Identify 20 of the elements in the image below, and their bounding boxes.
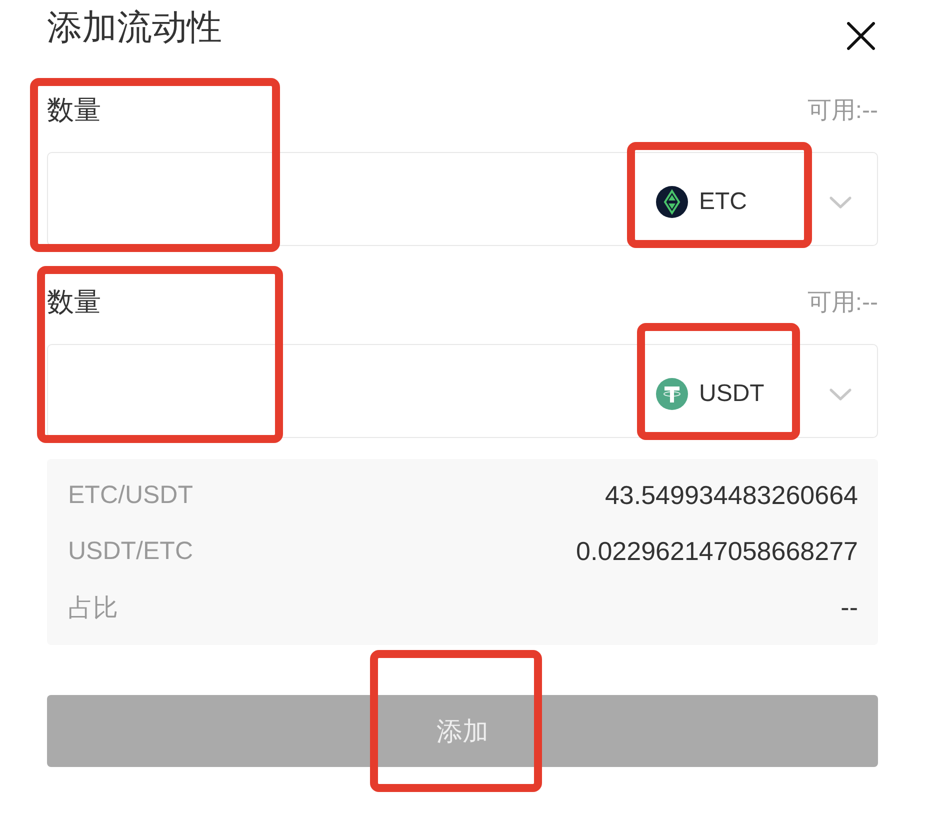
info-label: USDT/ETC	[68, 536, 193, 566]
info-value: 0.022962147058668277	[576, 536, 858, 566]
info-value: --	[840, 592, 858, 622]
available-balance: 可用:--	[807, 288, 878, 318]
chevron-down-icon[interactable]	[829, 196, 852, 208]
t-coin-icon	[656, 378, 688, 410]
info-label: ETC/USDT	[68, 480, 193, 510]
info-label: 占比	[68, 592, 118, 624]
token-selector[interactable]: USDT	[656, 378, 764, 410]
available-balance: 可用:--	[807, 96, 878, 126]
amount-input[interactable]: ETC	[47, 152, 878, 246]
amount-label: 数量	[47, 286, 101, 319]
close-icon[interactable]	[847, 22, 875, 50]
token-selector[interactable]: ETC	[656, 186, 747, 218]
amount-input[interactable]: USDT	[47, 344, 878, 438]
amount-label: 数量	[47, 94, 101, 127]
info-value: 43.549934483260664	[604, 480, 858, 510]
dialog-title: 添加流动性	[47, 8, 222, 48]
chevron-down-icon[interactable]	[829, 388, 852, 400]
diamond-coin-icon	[656, 186, 688, 218]
